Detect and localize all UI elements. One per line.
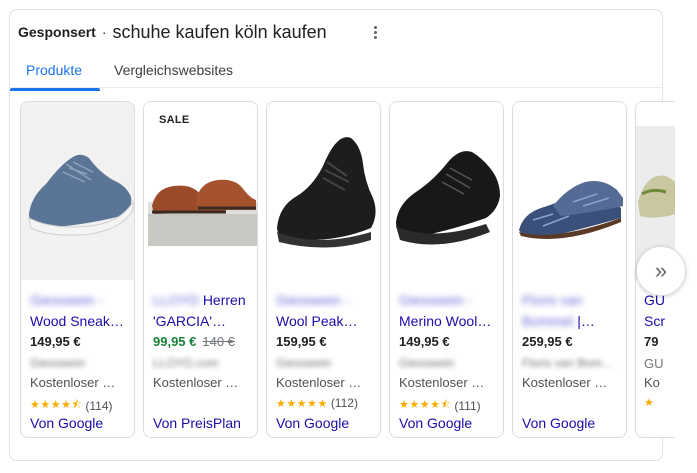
more-vert-icon[interactable] <box>370 22 380 42</box>
sale-badge: SALE <box>152 110 197 130</box>
black-merino-sneaker-image <box>390 102 503 280</box>
shipping-info: Kostenloser … <box>153 375 239 390</box>
tab-produkte[interactable]: Produkte <box>26 62 82 78</box>
chevron-double-right-icon: » <box>654 258 668 283</box>
review-count: (112) <box>330 396 358 410</box>
product-price: 149,95 € <box>399 334 450 349</box>
tab-vergleichswebsites[interactable]: Vergleichswebsites <box>114 62 233 78</box>
tab-bar: Produkte Vergleichswebsites <box>10 56 662 88</box>
shipping-info: Ko <box>644 375 660 390</box>
star-rating-icon: ★★★★★ <box>276 397 328 410</box>
product-price: 79 <box>644 334 659 349</box>
next-button[interactable]: » <box>636 246 686 296</box>
merchant-name: LLOYD.com <box>153 356 219 370</box>
product-image[interactable] <box>513 102 626 280</box>
review-count: (111) <box>454 398 481 413</box>
star-rating-icon: ★★★★⯪ <box>30 399 83 411</box>
product-card-3[interactable]: Giesswein - Wool Peak… 159,95 € Giesswein… <box>266 101 381 438</box>
product-card-4[interactable]: Giesswein - Merino Wool… 149,95 € Giesswe… <box>389 101 504 438</box>
black-sneaker-image <box>267 102 380 280</box>
active-tab-indicator <box>10 88 100 91</box>
provider-link[interactable]: Von Google <box>30 415 103 431</box>
product-rating: ★★★★⯪ (111) <box>399 396 481 415</box>
star-rating-icon: ★★★★⯪ <box>399 399 452 411</box>
query-title: schuhe kaufen köln kaufen <box>112 21 327 42</box>
old-price: 140 € <box>202 334 235 349</box>
product-title[interactable]: LLOYD Herren 'GARCIA'… <box>153 290 253 332</box>
merchant-name: Floris van Bom… <box>522 356 615 370</box>
provider-link[interactable]: Von PreisPlan <box>153 415 241 431</box>
merchant-name: Giesswein <box>399 356 455 370</box>
product-card-2[interactable]: SALE LLOYD Herren 'GARCIA'… 99,95 €140 € … <box>143 101 258 438</box>
blue-croco-shoes-image <box>513 102 626 280</box>
provider-link[interactable]: Von Google <box>399 415 472 431</box>
provider-link[interactable]: Von Google <box>522 415 595 431</box>
product-title[interactable]: GU Scr <box>644 290 665 332</box>
ads-header: Gesponsert · schuhe kaufen köln kaufen <box>18 20 327 44</box>
shipping-info: Kostenloser … <box>522 375 608 390</box>
product-price: 259,95 € <box>522 334 573 349</box>
product-image[interactable] <box>390 102 503 280</box>
shipping-info: Kostenloser … <box>399 375 485 390</box>
sponsored-label: Gesponsert <box>18 24 96 40</box>
product-image[interactable]: SALE <box>144 102 257 280</box>
product-image[interactable] <box>267 102 380 280</box>
shipping-info: Kostenloser … <box>276 375 362 390</box>
product-title[interactable]: Giesswein - Wool Peak… <box>276 290 376 332</box>
product-title[interactable]: Floris van Bommel |… <box>522 290 622 332</box>
blue-wool-sneaker-image <box>21 102 134 280</box>
product-card-5[interactable]: Floris van Bommel |… 259,95 € Floris van … <box>512 101 627 438</box>
product-rating: ★★★★⯪ (114) <box>30 396 113 415</box>
product-title[interactable]: Giesswein - Merino Wool… <box>399 290 499 332</box>
product-card-1[interactable]: Giesswein - Wood Sneak… 149,95 € Giesswei… <box>20 101 135 438</box>
merchant-name: Giesswein <box>276 356 332 370</box>
merchant-name: Giesswein <box>30 356 86 370</box>
product-rating: ★★★★★ (112) <box>276 396 358 410</box>
header-separator: · <box>101 24 107 40</box>
provider-link[interactable]: Von Google <box>276 415 349 431</box>
product-price: 99,95 €140 € <box>153 334 235 349</box>
review-count: (114) <box>85 398 113 413</box>
product-price: 149,95 € <box>30 334 81 349</box>
product-price: 159,95 € <box>276 334 327 349</box>
product-title[interactable]: Giesswein - Wood Sneak… <box>30 290 130 332</box>
merchant-name: GU <box>644 356 664 371</box>
star-rating-icon: ★ <box>644 397 654 409</box>
shipping-info: Kostenloser … <box>30 375 116 390</box>
product-image[interactable] <box>21 102 134 280</box>
